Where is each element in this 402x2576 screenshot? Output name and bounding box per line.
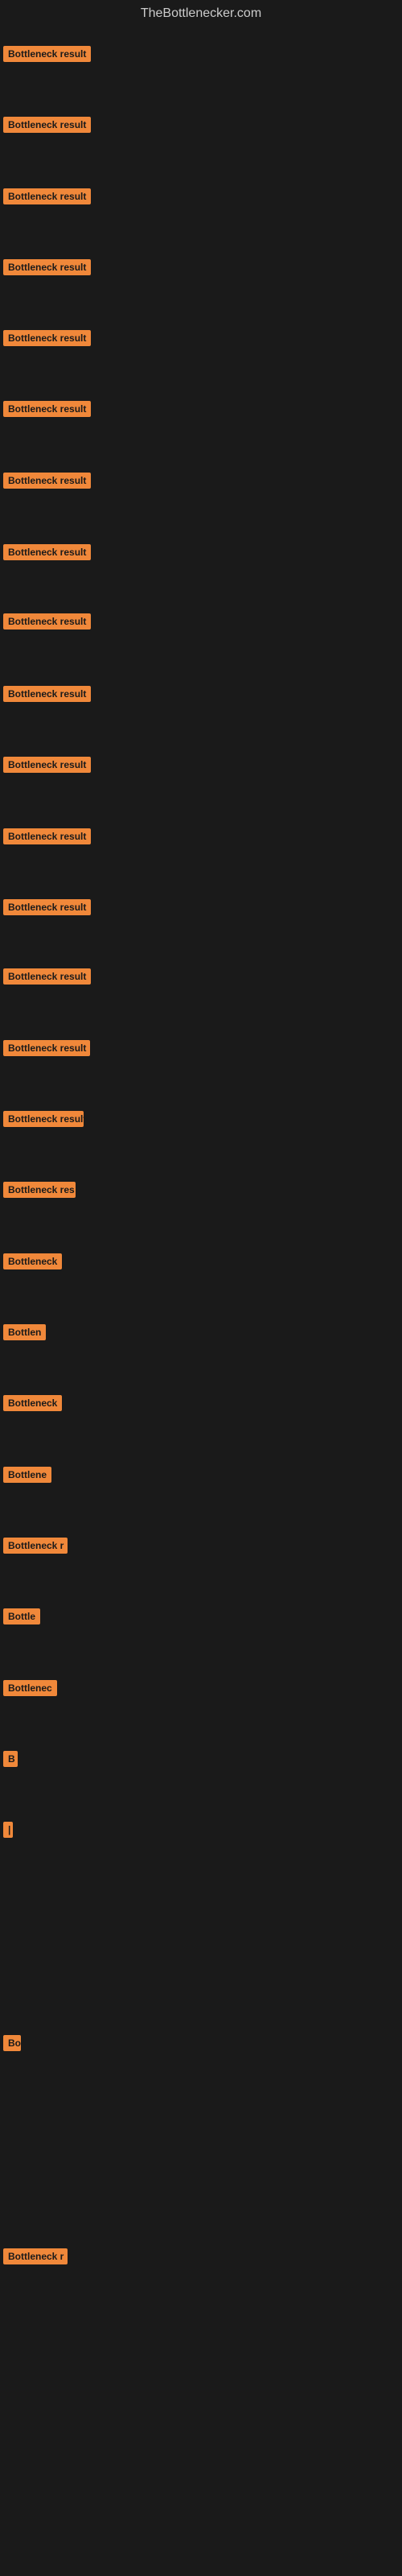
bottleneck-badge-26[interactable]: | [3, 1822, 13, 1838]
bottleneck-item-2[interactable]: Bottleneck result [3, 117, 91, 137]
bottleneck-badge-7[interactable]: Bottleneck result [3, 473, 91, 489]
page-wrapper: TheBottlenecker.com Bottleneck result Bot… [0, 0, 402, 2576]
bottleneck-item-26[interactable]: | [3, 1822, 13, 1842]
bottleneck-item-1[interactable]: Bottleneck result [3, 46, 91, 66]
bottleneck-badge-14[interactable]: Bottleneck result [3, 968, 91, 985]
bottleneck-item-11[interactable]: Bottleneck result [3, 757, 91, 777]
bottleneck-badge-22[interactable]: Bottleneck r [3, 1538, 68, 1554]
bottleneck-badge-3[interactable]: Bottleneck result [3, 188, 91, 204]
bottleneck-item-16[interactable]: Bottleneck result [3, 1111, 84, 1131]
bottleneck-item-27[interactable]: Bo [3, 2035, 21, 2055]
site-title: TheBottlenecker.com [0, 0, 402, 24]
bottleneck-item-28[interactable]: Bottleneck r [3, 2248, 68, 2268]
bottleneck-badge-9[interactable]: Bottleneck result [3, 613, 91, 630]
bottleneck-item-18[interactable]: Bottleneck [3, 1253, 62, 1274]
bottleneck-badge-10[interactable]: Bottleneck result [3, 686, 91, 702]
bottleneck-item-22[interactable]: Bottleneck r [3, 1538, 68, 1558]
bottleneck-badge-27[interactable]: Bo [3, 2035, 21, 2051]
bottleneck-item-13[interactable]: Bottleneck result [3, 899, 91, 919]
bottleneck-badge-12[interactable]: Bottleneck result [3, 828, 91, 844]
bottleneck-item-9[interactable]: Bottleneck result [3, 613, 91, 634]
bottleneck-item-6[interactable]: Bottleneck result [3, 401, 91, 421]
bottleneck-badge-13[interactable]: Bottleneck result [3, 899, 91, 915]
bottleneck-item-12[interactable]: Bottleneck result [3, 828, 91, 848]
bottleneck-badge-19[interactable]: Bottlen [3, 1324, 46, 1340]
bottleneck-badge-17[interactable]: Bottleneck res [3, 1182, 76, 1198]
bottleneck-badge-5[interactable]: Bottleneck result [3, 330, 91, 346]
bottleneck-badge-18[interactable]: Bottleneck [3, 1253, 62, 1269]
bottleneck-item-21[interactable]: Bottlene [3, 1467, 51, 1487]
bottleneck-badge-16[interactable]: Bottleneck result [3, 1111, 84, 1127]
bottleneck-item-25[interactable]: B [3, 1751, 18, 1771]
bottleneck-badge-11[interactable]: Bottleneck result [3, 757, 91, 773]
bottleneck-item-23[interactable]: Bottle [3, 1608, 40, 1629]
bottleneck-badge-28[interactable]: Bottleneck r [3, 2248, 68, 2264]
bottleneck-item-24[interactable]: Bottlenec [3, 1680, 57, 1700]
bottleneck-item-15[interactable]: Bottleneck result [3, 1040, 90, 1060]
bottleneck-item-19[interactable]: Bottlen [3, 1324, 46, 1344]
bottleneck-item-14[interactable]: Bottleneck result [3, 968, 91, 989]
bottleneck-badge-4[interactable]: Bottleneck result [3, 259, 91, 275]
bottleneck-item-5[interactable]: Bottleneck result [3, 330, 91, 350]
bottleneck-item-7[interactable]: Bottleneck result [3, 473, 91, 493]
bottleneck-badge-21[interactable]: Bottlene [3, 1467, 51, 1483]
bottleneck-badge-15[interactable]: Bottleneck result [3, 1040, 90, 1056]
bottleneck-item-17[interactable]: Bottleneck res [3, 1182, 76, 1202]
bottleneck-item-8[interactable]: Bottleneck result [3, 544, 91, 564]
bottleneck-badge-23[interactable]: Bottle [3, 1608, 40, 1624]
bottleneck-badge-24[interactable]: Bottlenec [3, 1680, 57, 1696]
bottleneck-badge-25[interactable]: B [3, 1751, 18, 1767]
bottleneck-item-10[interactable]: Bottleneck result [3, 686, 91, 706]
bottleneck-badge-20[interactable]: Bottleneck [3, 1395, 62, 1411]
bottleneck-item-3[interactable]: Bottleneck result [3, 188, 91, 208]
bottleneck-item-20[interactable]: Bottleneck [3, 1395, 62, 1415]
bottleneck-item-4[interactable]: Bottleneck result [3, 259, 91, 279]
bottleneck-badge-8[interactable]: Bottleneck result [3, 544, 91, 560]
bottleneck-badge-1[interactable]: Bottleneck result [3, 46, 91, 62]
bottleneck-badge-2[interactable]: Bottleneck result [3, 117, 91, 133]
bottleneck-badge-6[interactable]: Bottleneck result [3, 401, 91, 417]
